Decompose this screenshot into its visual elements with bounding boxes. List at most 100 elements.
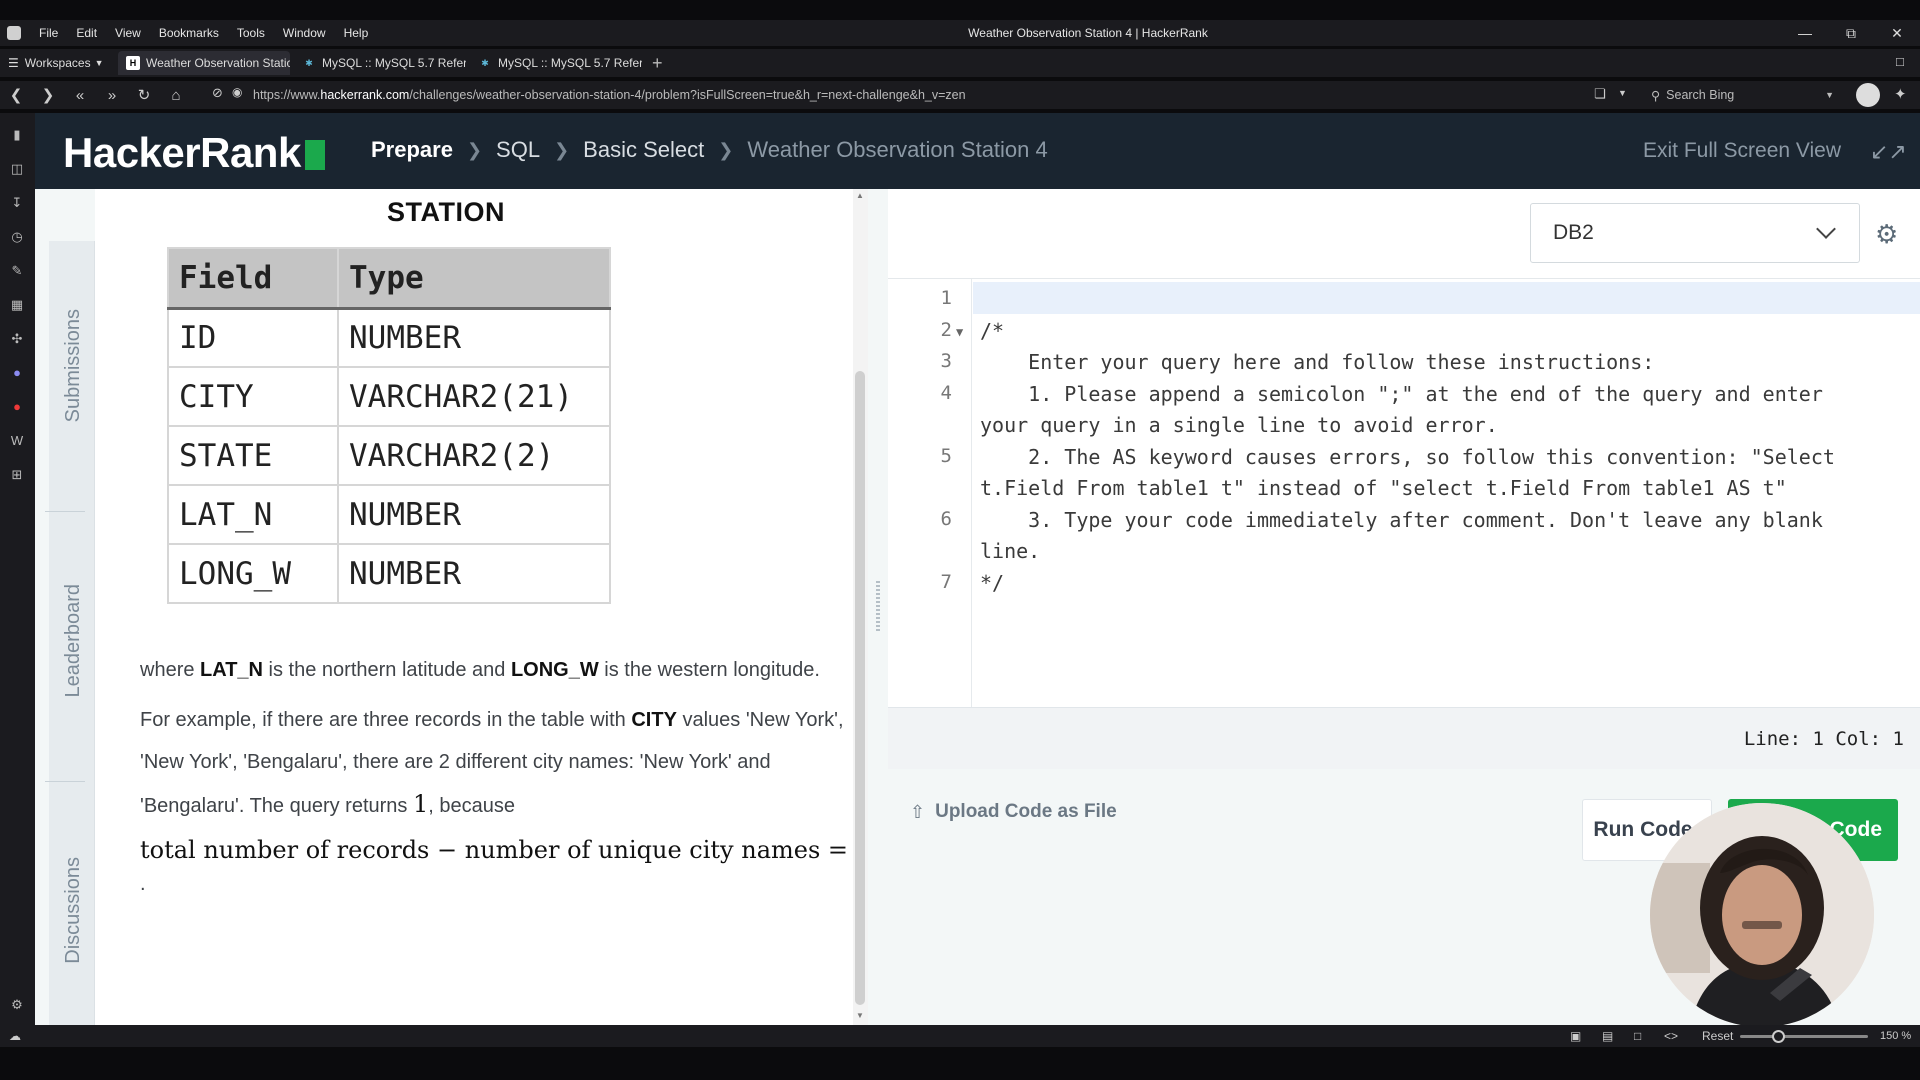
- code-icon[interactable]: <>: [1664, 1029, 1678, 1043]
- sync-icon[interactable]: ☁: [9, 1029, 21, 1043]
- extensions-icon[interactable]: ✦: [1894, 85, 1907, 103]
- tab-discussions[interactable]: Discussions: [62, 857, 84, 964]
- tracker-block-icon[interactable]: ⊘: [212, 85, 223, 101]
- menu-window[interactable]: Window: [283, 26, 326, 40]
- menu-bookmarks[interactable]: Bookmarks: [159, 26, 219, 40]
- editor-settings-gear-icon[interactable]: ⚙: [1875, 219, 1898, 250]
- collapse-icon[interactable]: ↙↗: [1870, 139, 1907, 165]
- line-number: 3: [940, 350, 952, 372]
- breadcrumb-sql[interactable]: SQL: [496, 137, 540, 163]
- code-line: 1. Please append a semicolon ";" at the …: [980, 382, 1823, 406]
- tab-bar: ☰ Workspaces ▼ H Weather Observation Sta…: [0, 49, 1920, 77]
- profile-avatar-icon[interactable]: [1856, 83, 1880, 107]
- back-icon[interactable]: ❮: [0, 86, 32, 104]
- code-editor[interactable]: 1 2 ▼ 3 4 5 6 7 /* Enter your query here…: [888, 279, 1920, 707]
- navigation-bar: ❮ ❯ « » ↻ ⌂ ⊘ ◉ https://www. hackerrank.c…: [0, 81, 1920, 109]
- address-bar[interactable]: https://www. hackerrank.com/challenges/we…: [253, 84, 1653, 106]
- table-row: ID NUMBER: [167, 307, 611, 368]
- menu-help[interactable]: Help: [344, 26, 369, 40]
- mysql-favicon-icon: ✱: [305, 57, 313, 68]
- column-header: Field: [167, 247, 339, 310]
- tab-weather-observation[interactable]: H Weather Observation Static: [118, 51, 290, 75]
- reading-list-icon[interactable]: ◫: [9, 161, 25, 177]
- type-cell: VARCHAR2(21): [337, 366, 611, 427]
- code-line: line.: [980, 539, 1041, 563]
- screenshot-icon[interactable]: ▣: [1570, 1029, 1581, 1043]
- tab-leaderboard[interactable]: Leaderboard: [62, 584, 84, 697]
- workspaces-icon: ☰: [8, 56, 19, 70]
- new-tab-icon[interactable]: +: [652, 53, 663, 74]
- tab-mysql-reference-1[interactable]: ✱ MySQL :: MySQL 5.7 Refere: [294, 51, 466, 75]
- menu-file[interactable]: File: [39, 26, 58, 40]
- reload-icon[interactable]: ↻: [128, 86, 160, 104]
- bookmarks-panel-icon[interactable]: ▮: [9, 127, 25, 143]
- divider: [45, 781, 85, 782]
- line-number: 5: [940, 445, 952, 467]
- search-input[interactable]: ⚲ Search Bing ▼: [1645, 84, 1840, 106]
- restore-icon[interactable]: ⧉: [1828, 20, 1874, 46]
- fast-forward-icon[interactable]: »: [96, 87, 128, 104]
- hackerrank-logo[interactable]: HackerRank: [63, 129, 325, 177]
- zoom-slider[interactable]: [1740, 1030, 1868, 1043]
- station-table: Field Type ID NUMBER CITY VARCHAR2(21) S…: [167, 247, 611, 604]
- browser-logo-icon[interactable]: [7, 26, 21, 40]
- menu-edit[interactable]: Edit: [76, 26, 97, 40]
- table-row: STATE VARCHAR2(2): [167, 425, 611, 486]
- workspaces-button[interactable]: ☰ Workspaces ▼: [8, 56, 114, 70]
- add-panel-icon[interactable]: ⊞: [9, 467, 25, 483]
- language-select[interactable]: DB2: [1530, 203, 1860, 263]
- line-number: 7: [940, 571, 952, 593]
- zoom-reset-button[interactable]: Reset: [1702, 1029, 1733, 1043]
- menu-tools[interactable]: Tools: [237, 26, 265, 40]
- rewind-icon[interactable]: «: [64, 87, 96, 104]
- scroll-down-icon[interactable]: ▼: [856, 1011, 864, 1020]
- table-row: LAT_N NUMBER: [167, 484, 611, 545]
- bold-text: LAT_N: [200, 659, 263, 681]
- translate-icon[interactable]: ✣: [9, 331, 25, 347]
- close-icon[interactable]: ✕: [1874, 20, 1920, 46]
- breadcrumb-basic-select[interactable]: Basic Select: [583, 137, 704, 163]
- menu-view[interactable]: View: [115, 26, 141, 40]
- tab-submissions[interactable]: Submissions: [62, 309, 84, 422]
- breadcrumb-prepare[interactable]: Prepare: [371, 137, 453, 163]
- exit-full-screen-link[interactable]: Exit Full Screen View: [1643, 139, 1841, 163]
- chevron-down-icon[interactable]: ▼: [1618, 88, 1627, 98]
- code-line: t.Field From table1 t" instead of "selec…: [980, 476, 1787, 500]
- hackerrank-header: HackerRank Prepare ❯ SQL ❯ Basic Select …: [35, 113, 1920, 189]
- wikipedia-icon[interactable]: W: [9, 433, 25, 449]
- table-header-row: Field Type: [167, 247, 611, 310]
- bookmark-icon[interactable]: ❏: [1594, 86, 1606, 102]
- window-icon[interactable]: □: [1634, 1029, 1641, 1043]
- forward-icon[interactable]: ❯: [32, 86, 64, 104]
- notes-icon[interactable]: ✎: [9, 263, 25, 279]
- code-line: /*: [980, 319, 1005, 343]
- minimize-icon[interactable]: —: [1782, 20, 1828, 46]
- fold-arrow-icon[interactable]: ▼: [956, 325, 963, 339]
- calendar-icon[interactable]: ▦: [9, 297, 25, 313]
- text: For example, if there are three records …: [140, 709, 632, 731]
- settings-gear-icon[interactable]: ⚙: [9, 997, 25, 1013]
- upload-code-button[interactable]: ⇧ Upload Code as File: [910, 801, 1117, 823]
- home-icon[interactable]: ⌂: [160, 87, 192, 104]
- pane-splitter[interactable]: [868, 189, 888, 1025]
- chevron-down-icon: ▼: [94, 58, 104, 68]
- drag-handle-icon[interactable]: [876, 581, 880, 631]
- zoom-slider-handle[interactable]: [1772, 1030, 1786, 1043]
- active-line-highlight: [973, 282, 1920, 314]
- table-title: STATION: [387, 197, 505, 227]
- line-number: 1: [940, 287, 952, 309]
- logo-text: HackerRank: [63, 129, 301, 176]
- mastodon-icon[interactable]: ●: [9, 365, 25, 381]
- scrollbar-thumb[interactable]: [855, 371, 865, 1005]
- text: where: [140, 659, 201, 681]
- downloads-icon[interactable]: ↧: [9, 195, 25, 211]
- tab-list-icon[interactable]: □: [1896, 54, 1904, 69]
- vivaldi-icon[interactable]: ●: [9, 399, 25, 415]
- history-icon[interactable]: ◷: [9, 229, 25, 245]
- problem-content: STATION Field Type ID NUMBER CITY VARCHA…: [95, 189, 922, 1025]
- image-icon[interactable]: ▤: [1602, 1029, 1613, 1043]
- paragraph-example: For example, if there are three records …: [140, 699, 860, 827]
- scroll-up-icon[interactable]: ▲: [856, 191, 864, 200]
- problem-scrollbar[interactable]: ▲ ▼: [853, 189, 868, 1025]
- tab-mysql-reference-2[interactable]: ✱ MySQL :: MySQL 5.7 Refere: [470, 51, 642, 75]
